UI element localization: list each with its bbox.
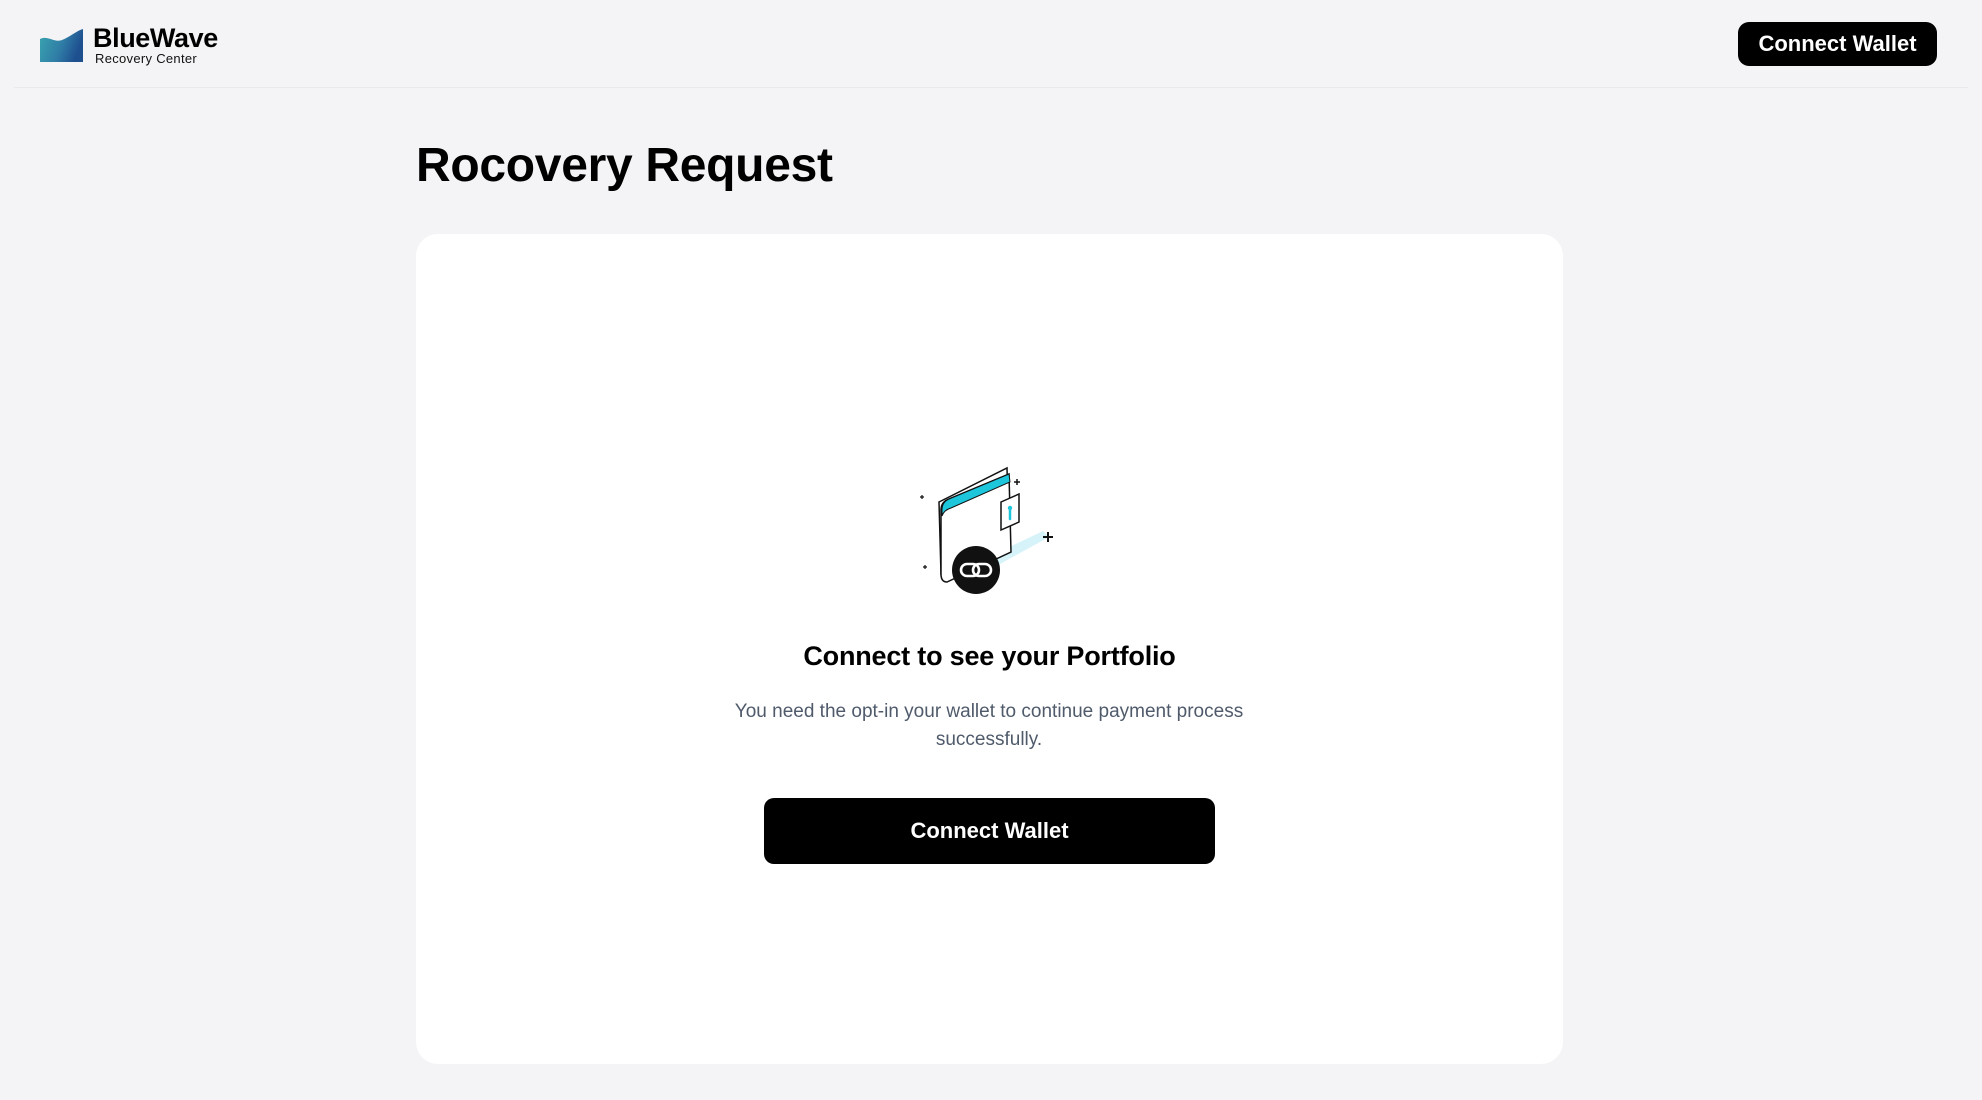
header-divider <box>14 87 1968 88</box>
brand-subtitle: Recovery Center <box>95 51 198 66</box>
top-header: BlueWave Recovery Center Connect Wallet <box>0 0 1982 88</box>
connect-wallet-button[interactable]: Connect Wallet <box>764 798 1215 864</box>
empty-state-description: You need the opt-in your wallet to conti… <box>734 701 1244 750</box>
header-connect-wallet-button[interactable]: Connect Wallet <box>1738 22 1937 66</box>
recovery-card: Connect to see your Portfolio You need t… <box>416 234 1563 1064</box>
page-title: Rocovery Request <box>416 139 833 192</box>
bluewave-logo-icon <box>40 28 83 62</box>
brand[interactable]: BlueWave Recovery Center <box>40 24 218 66</box>
empty-state-title: Connect to see your Portfolio <box>803 641 1176 671</box>
brand-name: BlueWave <box>93 23 218 53</box>
wallet-link-illustration-icon <box>920 466 1053 594</box>
